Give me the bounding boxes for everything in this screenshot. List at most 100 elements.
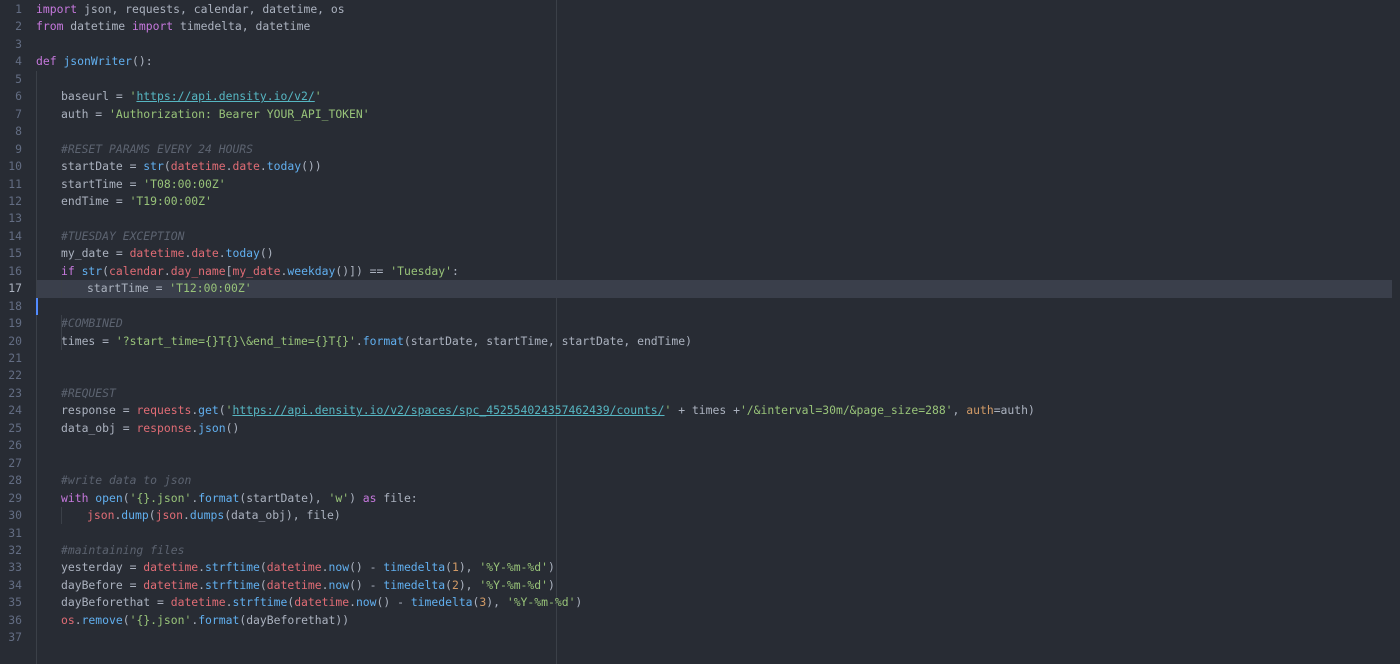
code-token: .	[74, 612, 82, 627]
code-line[interactable]	[36, 525, 1400, 542]
code-token: #RESET PARAMS EVERY 24 HOURS	[61, 141, 254, 156]
active-code-line[interactable]: startTime = 'T12:00:00Z'	[36, 280, 1392, 298]
line-number: 21	[8, 351, 22, 365]
code-line[interactable]: #TUESDAY EXCEPTION	[36, 228, 1400, 245]
code-line[interactable]	[36, 298, 1400, 315]
code-editor[interactable]: 1 2 3 4 5 6 7 8 9 10 11 12 13 14 15 16 17 18 19 20 21 22 23 24 2…	[0, 0, 1400, 664]
code-line[interactable]	[36, 629, 1400, 646]
code-line[interactable]: #REQUEST	[36, 385, 1400, 402]
line-number: 10	[8, 159, 22, 174]
code-line[interactable]	[36, 71, 1400, 88]
code-line[interactable]: #RESET PARAMS EVERY 24 HOURS	[36, 141, 1400, 158]
code-token: datetime	[170, 159, 226, 174]
code-token: .	[321, 577, 329, 592]
code-line[interactable]: if str(calendar.day_name[my_date.weekday…	[36, 263, 1400, 280]
code-line[interactable]: os.remove('{}.json'.format(dayBeforethat…	[36, 612, 1400, 629]
code-line[interactable]: endTime = 'T19:00:00Z'	[36, 193, 1400, 210]
line-number: 34	[8, 577, 22, 592]
code-line[interactable]: yesterday = datetime.strftime(datetime.n…	[36, 559, 1400, 576]
code-line[interactable]: dayBeforethat = datetime.strftime(dateti…	[36, 594, 1400, 611]
code-token: strftime	[205, 577, 260, 592]
code-line[interactable]	[36, 437, 1400, 454]
code-token: (dayBeforethat))	[239, 612, 350, 627]
line-number: 19	[8, 316, 22, 331]
code-token: .	[198, 560, 206, 575]
code-token: json	[198, 420, 226, 435]
code-token: startTime =	[87, 281, 170, 296]
code-line[interactable]	[36, 36, 1400, 53]
code-line[interactable]: import json, requests, calendar, datetim…	[36, 1, 1400, 18]
code-token: )	[349, 490, 363, 505]
line-number: 18	[8, 298, 22, 313]
code-token: '%Y-%m-%d'	[479, 560, 548, 575]
code-token: auth =	[61, 106, 110, 121]
line-number: 22	[8, 368, 22, 383]
line-number: 36	[8, 612, 22, 627]
line-number: 26	[8, 438, 22, 453]
code-token: .	[349, 595, 356, 610]
code-line[interactable]: baseurl = 'https://api.density.io/v2/'	[36, 88, 1400, 105]
code-token: if	[61, 263, 75, 278]
code-token: today	[225, 246, 260, 261]
code-token: datetime	[266, 577, 322, 592]
code-line[interactable]: times = '?start_time={}T{}\&end_time={}T…	[36, 333, 1400, 350]
code-line[interactable]	[36, 350, 1400, 367]
code-token: .	[183, 508, 190, 523]
code-line[interactable]	[36, 455, 1400, 472]
code-token: calendar	[109, 263, 164, 278]
code-token: '	[314, 89, 322, 104]
code-token: (	[218, 403, 226, 418]
code-token: now	[328, 560, 350, 575]
code-token: import	[132, 19, 174, 34]
code-token: (	[445, 577, 452, 592]
code-token: dumps	[189, 508, 225, 523]
code-token: .	[163, 263, 171, 278]
line-number: 6	[15, 89, 22, 104]
line-number: 33	[8, 560, 22, 575]
code-token: (	[259, 560, 267, 575]
code-token: now	[355, 595, 377, 610]
line-number: 27	[8, 455, 22, 470]
code-line[interactable]: response = requests.get('https://api.den…	[36, 402, 1400, 419]
code-token: (startDate),	[239, 490, 329, 505]
line-number: 15	[8, 246, 22, 261]
code-token: datetime	[294, 595, 350, 610]
code-line[interactable]: dayBefore = datetime.strftime(datetime.n…	[36, 577, 1400, 594]
code-line[interactable]: #COMBINED	[36, 315, 1400, 332]
line-number: 4	[15, 54, 22, 69]
code-token: #COMBINED	[61, 316, 123, 331]
code-line[interactable]: auth = 'Authorization: Bearer YOUR_API_T…	[36, 106, 1400, 123]
code-token: today	[266, 159, 302, 174]
code-line[interactable]: startTime = 'T08:00:00Z'	[36, 176, 1400, 193]
code-token: my_date =	[61, 246, 130, 261]
code-line[interactable]: def jsonWriter():	[36, 53, 1400, 70]
code-token: .	[198, 577, 206, 592]
code-line[interactable]: from datetime import timedelta, datetime	[36, 18, 1400, 35]
indent-guide	[61, 315, 62, 350]
code-token: timedelta, datetime	[173, 19, 311, 34]
code-token: #TUESDAY EXCEPTION	[61, 228, 185, 243]
code-line[interactable]: startDate = str(datetime.date.today())	[36, 158, 1400, 175]
code-token: str	[143, 159, 164, 174]
code-line[interactable]	[36, 210, 1400, 227]
code-token: format	[362, 333, 404, 348]
code-token: (data_obj), file)	[224, 508, 341, 523]
code-token: 'Authorization: Bearer YOUR_API_TOKEN'	[109, 106, 370, 121]
code-token: timedelta	[410, 595, 473, 610]
code-token: def	[36, 54, 57, 69]
code-token: 1	[451, 560, 459, 575]
code-line[interactable]: my_date = datetime.date.today()	[36, 245, 1400, 262]
line-number: 20	[8, 333, 22, 348]
code-line[interactable]: #write data to json	[36, 472, 1400, 489]
code-line[interactable]	[36, 123, 1400, 140]
code-line[interactable]	[36, 367, 1400, 384]
line-number: 16	[8, 263, 22, 278]
line-number: 13	[8, 211, 22, 226]
code-token: '%Y-%m-%d'	[479, 577, 548, 592]
code-line[interactable]: with open('{}.json'.format(startDate), '…	[36, 490, 1400, 507]
code-line[interactable]: json.dump(json.dumps(data_obj), file)	[36, 507, 1400, 524]
code-line[interactable]: data_obj = response.json()	[36, 420, 1400, 437]
code-token: remove	[81, 612, 123, 627]
code-token: json	[87, 508, 115, 523]
code-line[interactable]: #maintaining files	[36, 542, 1400, 559]
